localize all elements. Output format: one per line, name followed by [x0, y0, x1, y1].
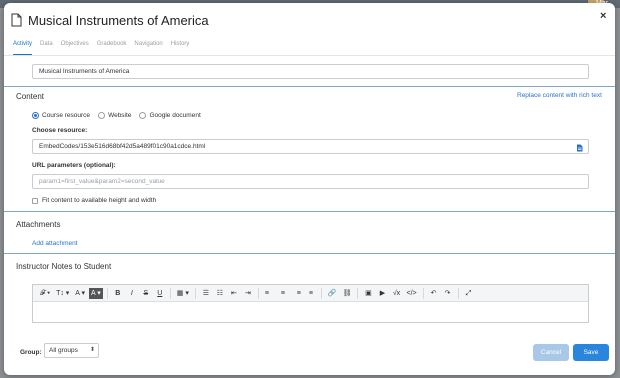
replace-content-link[interactable]: Replace content with rich text — [517, 92, 602, 99]
outdent-icon[interactable]: ⇤ — [228, 288, 240, 299]
tab-history[interactable]: History — [171, 41, 190, 55]
strikethrough-button[interactable]: S — [140, 288, 152, 299]
align-left-icon[interactable]: ≡ — [263, 288, 275, 299]
dialog-header: Musical Instruments of America × — [4, 3, 615, 37]
close-icon[interactable]: × — [600, 10, 606, 22]
align-center-icon[interactable]: ≡ — [277, 288, 289, 299]
radio-unselected-icon — [98, 112, 106, 119]
attachments-divider — [4, 211, 615, 212]
toolbar-separator — [169, 287, 171, 299]
content-divider — [4, 86, 615, 87]
save-button[interactable]: Save — [573, 344, 609, 361]
tab-activity[interactable]: Activity — [13, 41, 33, 55]
numbered-list-icon[interactable]: ☷ — [214, 288, 226, 299]
activity-editor-dialog: Musical Instruments of America × Activit… — [4, 3, 615, 375]
fit-content-label: Fit content to available height and widt… — [42, 197, 157, 204]
underline-button[interactable]: U — [154, 288, 166, 299]
math-formula-icon[interactable]: √x — [390, 288, 402, 299]
justify-icon[interactable]: ≡ — [305, 288, 317, 299]
notes-section-title: Instructor Notes to Student — [16, 262, 112, 271]
italic-button[interactable]: I — [126, 288, 138, 299]
font-color-button[interactable]: A ▾ — [73, 288, 87, 299]
toolbar-separator — [194, 287, 196, 299]
content-section-title: Content — [16, 92, 45, 101]
toolbar-separator — [457, 287, 459, 299]
group-select[interactable]: All groups ⬍ — [44, 343, 99, 358]
radio-course-resource[interactable]: Course resource — [32, 112, 90, 119]
editor-body[interactable] — [33, 302, 588, 323]
add-attachment-link[interactable]: Add attachment — [32, 240, 78, 247]
font-size-button[interactable]: T↕ ▾ — [54, 288, 71, 299]
radio-google-document[interactable]: Google document — [139, 112, 201, 119]
choose-resource-label: Choose resource: — [32, 127, 88, 134]
instructor-notes-editor: 𝓕 ▾ T↕ ▾ A ▾ A ▾ B I S U ▦ ▾ ☰ ☷ ⇤ ⇥ ≡ ≡… — [32, 284, 589, 323]
toolbar-separator — [320, 287, 322, 299]
insert-video-icon[interactable]: ▶ — [376, 288, 388, 299]
group-select-value: All groups — [49, 347, 78, 354]
tab-bar: Activity Data Objectives Gradebook Navig… — [13, 41, 197, 55]
radio-label: Course resource — [42, 112, 91, 119]
editor-toolbar: 𝓕 ▾ T↕ ▾ A ▾ A ▾ B I S U ▦ ▾ ☰ ☷ ⇤ ⇥ ≡ ≡… — [33, 285, 588, 302]
document-icon — [11, 13, 22, 27]
activity-name-input[interactable]: Musical Instruments of America — [32, 64, 589, 79]
toolbar-separator — [357, 287, 359, 299]
url-parameters-label: URL parameters (optional): — [32, 162, 116, 169]
tab-objectives[interactable]: Objectives — [61, 41, 89, 55]
resource-path-input[interactable]: EmbedCodes/153e516d68bf42d5a489f01c90a1c… — [32, 139, 589, 154]
radio-unselected-icon — [139, 112, 147, 119]
radio-selected-icon — [32, 112, 39, 119]
font-family-button[interactable]: 𝓕 ▾ — [38, 288, 52, 299]
cancel-button[interactable]: Cancel — [533, 344, 569, 361]
tab-data[interactable]: Data — [40, 41, 53, 55]
indent-icon[interactable]: ⇥ — [242, 288, 254, 299]
radio-label: Google document — [149, 112, 201, 119]
tabs-divider — [4, 55, 615, 56]
toolbar-separator — [257, 287, 259, 299]
select-caret-icon: ⬍ — [89, 347, 95, 353]
unlink-icon[interactable]: ⛓ — [341, 288, 354, 299]
url-parameters-input[interactable]: param1=first_value&param2=second_value — [32, 174, 589, 189]
undo-icon[interactable]: ↶ — [428, 288, 440, 299]
tab-gradebook[interactable]: Gradebook — [97, 41, 127, 55]
redo-icon[interactable]: ↷ — [442, 288, 454, 299]
group-label: Group: — [20, 349, 42, 356]
fullscreen-icon[interactable]: ⤢ — [463, 288, 475, 299]
dialog-title: Musical Instruments of America — [28, 13, 209, 28]
table-button[interactable]: ▦ ▾ — [175, 288, 191, 299]
code-view-icon[interactable]: </> — [404, 288, 418, 299]
bold-button[interactable]: B — [112, 288, 124, 299]
notes-divider — [4, 253, 615, 254]
source-type-radio-group: Course resource Website Google document — [32, 112, 209, 119]
fit-content-checkbox[interactable] — [32, 198, 38, 204]
tab-navigation[interactable]: Navigation — [134, 41, 162, 55]
insert-image-icon[interactable]: ▣ — [362, 288, 374, 299]
highlight-button[interactable]: A ▾ — [89, 287, 103, 299]
embed-file-icon[interactable] — [576, 144, 583, 152]
bulleted-list-icon[interactable]: ☰ — [200, 288, 212, 299]
radio-label: Website — [108, 112, 132, 119]
align-right-icon[interactable]: ≡ — [291, 288, 303, 299]
link-icon[interactable]: 🔗 — [326, 288, 339, 299]
toolbar-separator — [106, 287, 108, 299]
radio-website[interactable]: Website — [98, 112, 131, 119]
attachments-section-title: Attachments — [16, 220, 61, 229]
toolbar-separator — [422, 287, 424, 299]
